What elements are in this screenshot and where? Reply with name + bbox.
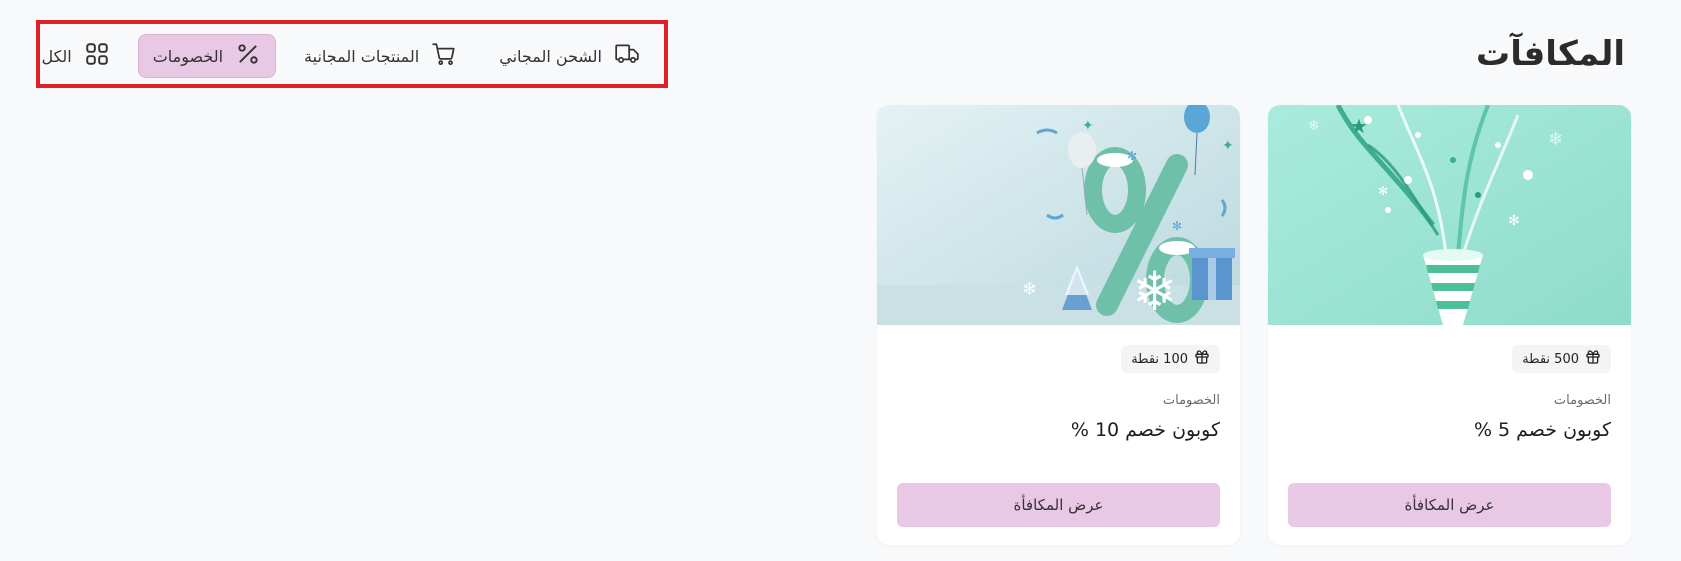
svg-text:❄: ❄ bbox=[1022, 279, 1037, 300]
svg-text:✦: ✦ bbox=[1222, 138, 1234, 154]
points-value: 500 نقطة bbox=[1522, 351, 1579, 367]
points-badge: 100 نقطة bbox=[1121, 345, 1220, 373]
gift-icon bbox=[1585, 349, 1601, 369]
svg-text:❄: ❄ bbox=[1548, 129, 1563, 150]
tab-free-shipping[interactable]: الشحن المجاني bbox=[485, 35, 654, 77]
reward-card[interactable]: ★ ✻ ✻ ❄ ❄ 500 نقطة الخصومات كوبون خصم 5 … bbox=[1268, 105, 1631, 545]
tab-discounts-label: الخصومات bbox=[152, 46, 224, 66]
points-value: 100 نقطة bbox=[1131, 351, 1188, 367]
tab-all[interactable]: الكل bbox=[27, 35, 123, 77]
gift-icon bbox=[1194, 349, 1210, 369]
percent-icon bbox=[235, 41, 261, 71]
view-reward-button[interactable]: عرض المكافأة bbox=[1288, 483, 1611, 527]
svg-text:✻: ✻ bbox=[1127, 149, 1137, 163]
reward-category: الخصومات bbox=[1162, 393, 1220, 408]
truck-icon bbox=[614, 41, 640, 71]
party-popper-image: ★ ✻ ✻ ❄ ❄ bbox=[1268, 105, 1631, 325]
tab-discounts[interactable]: الخصومات bbox=[137, 34, 277, 78]
svg-text:✻: ✻ bbox=[1508, 213, 1520, 229]
tab-all-label: الكل bbox=[41, 46, 72, 66]
reward-card[interactable]: ❄ ❄ ✦ ✦ ✻ ✻ 100 نقطة الخصومات كوبون خصم … bbox=[877, 105, 1240, 545]
cart-icon bbox=[431, 41, 457, 71]
svg-text:❄: ❄ bbox=[1132, 260, 1177, 323]
svg-text:❄: ❄ bbox=[1308, 118, 1320, 134]
reward-card-body: 500 نقطة الخصومات كوبون خصم 5 % عرض المك… bbox=[1268, 325, 1631, 545]
tab-free-shipping-label: الشحن المجاني bbox=[499, 46, 602, 66]
svg-text:✻: ✻ bbox=[1172, 219, 1182, 233]
filter-tabs: الكل الخصومات المنتجات المجانية الشحن ال… bbox=[27, 34, 654, 78]
percent-balloons-image: ❄ ❄ ✦ ✦ ✻ ✻ bbox=[877, 105, 1240, 325]
rewards-grid: ★ ✻ ✻ ❄ ❄ 500 نقطة الخصومات كوبون خصم 5 … bbox=[877, 105, 1631, 545]
reward-title: كوبون خصم 10 % bbox=[1070, 419, 1220, 441]
reward-category: الخصومات bbox=[1553, 393, 1611, 408]
grid-icon bbox=[84, 41, 110, 71]
page-title: المكافآت bbox=[1476, 34, 1625, 74]
view-reward-button[interactable]: عرض المكافأة bbox=[897, 483, 1220, 527]
tab-free-products-label: المنتجات المجانية bbox=[304, 46, 420, 66]
svg-text:✻: ✻ bbox=[1378, 184, 1388, 198]
filter-bar: الكل الخصومات المنتجات المجانية الشحن ال… bbox=[36, 20, 668, 88]
points-badge: 500 نقطة bbox=[1512, 345, 1611, 373]
svg-text:★: ★ bbox=[1350, 114, 1368, 138]
svg-text:✦: ✦ bbox=[1082, 118, 1094, 134]
reward-card-body: 100 نقطة الخصومات كوبون خصم 10 % عرض الم… bbox=[877, 325, 1240, 545]
tab-free-products[interactable]: المنتجات المجانية bbox=[290, 35, 471, 77]
reward-title: كوبون خصم 5 % bbox=[1473, 419, 1611, 441]
